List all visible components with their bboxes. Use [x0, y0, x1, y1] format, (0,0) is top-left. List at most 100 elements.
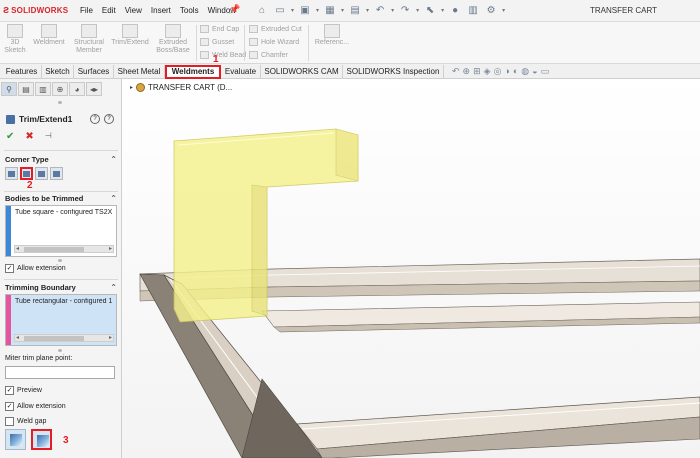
trim-extend-button[interactable]: Trim/Extend: [108, 24, 152, 47]
tab-surfaces[interactable]: Surfaces: [74, 65, 114, 79]
tab-solidworks-inspection[interactable]: SOLIDWORKS Inspection: [343, 65, 444, 79]
feature-manager-tab-icon[interactable]: ⚲: [1, 82, 17, 96]
3d-sketch-button[interactable]: 3D Sketch: [4, 24, 26, 55]
home-icon[interactable]: ⌂: [255, 3, 269, 17]
menu-file[interactable]: File: [80, 6, 93, 15]
checkbox[interactable]: [5, 417, 14, 426]
menu-view[interactable]: View: [125, 6, 142, 15]
zoom-fit-icon[interactable]: ⊕: [463, 66, 471, 77]
extruded-boss-button[interactable]: Extruded Boss/Base: [153, 24, 193, 55]
list-item[interactable]: Tube square - configured TS2X: [15, 209, 115, 216]
collapse-caret-icon[interactable]: ⌃: [110, 155, 117, 164]
pm-actions: ✔ ✖ ⊣: [6, 131, 52, 142]
rebuild-icon[interactable]: ●: [448, 3, 462, 17]
display-style-icon[interactable]: ◑: [504, 66, 509, 77]
model-viewport[interactable]: [122, 79, 700, 458]
view-settings-icon[interactable]: ▭: [541, 66, 550, 77]
save-icon[interactable]: ▦: [323, 3, 337, 17]
print-icon[interactable]: ▤: [348, 3, 362, 17]
hole-wizard-button[interactable]: Hole Wizard: [249, 38, 299, 46]
list-item[interactable]: Tube rectangular - configured 1: [15, 298, 115, 305]
whats-new-icon[interactable]: ?: [104, 114, 114, 124]
tab-solidworks-cam[interactable]: SOLIDWORKS CAM: [261, 65, 343, 79]
tab-sheet-metal[interactable]: Sheet Metal: [114, 65, 165, 79]
scroll-right-icon[interactable]: ▸: [109, 245, 112, 252]
planar-trim-icon[interactable]: [5, 429, 26, 450]
miter-trim-plane-field[interactable]: [5, 366, 115, 379]
graphics-area[interactable]: ▸ TRANSFER CART (D...: [122, 79, 700, 458]
section-view-icon[interactable]: ◈: [484, 66, 491, 77]
checkbox[interactable]: ✓: [5, 402, 14, 411]
panel-grip[interactable]: [58, 101, 62, 104]
edit-appearance-icon[interactable]: ◍: [521, 66, 529, 77]
collapse-caret-icon[interactable]: ⌃: [110, 283, 117, 292]
view-orientation-icon[interactable]: ◎: [494, 66, 502, 77]
scroll-left-icon[interactable]: ◂: [16, 334, 19, 341]
checkbox[interactable]: ✓: [5, 386, 14, 395]
property-manager-tab-icon[interactable]: ▤: [18, 82, 34, 96]
zoom-area-icon[interactable]: ⊞: [473, 66, 481, 77]
new-document-icon[interactable]: ▭: [273, 3, 287, 17]
display-manager-tab-icon[interactable]: ◕: [69, 82, 85, 96]
end-cap-button[interactable]: End Cap: [200, 25, 239, 33]
horizontal-scrollbar[interactable]: ◂ ▸: [14, 245, 114, 253]
body-trim-icon[interactable]: [31, 429, 52, 450]
checkbox[interactable]: ✓: [5, 264, 14, 273]
end-butt1-corner-icon[interactable]: [35, 167, 48, 180]
select-icon[interactable]: ⬉: [423, 3, 437, 17]
extruded-cut-button[interactable]: Extruded Cut: [249, 25, 302, 33]
logo-text: SOLIDWORKS: [11, 5, 69, 15]
expand-caret-icon[interactable]: ▸: [130, 84, 133, 91]
end-miter-corner-icon[interactable]: [20, 167, 33, 180]
weld-bead-button[interactable]: Weld Bead: [200, 51, 246, 59]
tab-evaluate[interactable]: Evaluate: [221, 65, 261, 79]
tab-sketch[interactable]: Sketch: [42, 65, 74, 79]
bodies-to-be-trimmed-list[interactable]: Tube square - configured TS2X ◂ ▸: [5, 205, 117, 257]
open-icon[interactable]: ▣: [298, 3, 312, 17]
chamfer-button[interactable]: Chamfer: [249, 51, 288, 59]
configuration-manager-tab-icon[interactable]: ▥: [35, 82, 51, 96]
weld-gap-checkbox[interactable]: Weld gap: [5, 417, 46, 426]
collapse-caret-icon[interactable]: ⌃: [110, 194, 117, 203]
trimming-boundary-list[interactable]: Tube rectangular - configured 1 ◂ ▸: [5, 294, 117, 346]
menu-insert[interactable]: Insert: [151, 6, 171, 15]
pin-menu-icon[interactable]: 📌: [229, 4, 240, 15]
solidworks-logo[interactable]: ƨ SOLIDWORKS: [3, 4, 68, 16]
property-manager: ⚲ ▤ ▥ ⊕ ◕ ◂▸ Trim/Extend1 ? ? ✔ ✖ ⊣ Corn…: [0, 79, 122, 458]
3d-sketch-icon: [7, 24, 23, 38]
undo-icon[interactable]: ↶: [373, 3, 387, 17]
bodies-to-be-trimmed-header[interactable]: Bodies to be Trimmed ⌃: [5, 194, 117, 203]
dimxpert-tab-icon[interactable]: ⊕: [52, 82, 68, 96]
trim-extend-icon: [6, 114, 15, 124]
help-icon[interactable]: ?: [90, 114, 100, 124]
horizontal-scrollbar[interactable]: ◂ ▸: [14, 334, 114, 342]
scroll-left-icon[interactable]: ◂: [16, 245, 19, 252]
apply-scene-icon[interactable]: ◒: [532, 66, 537, 77]
reference-geometry-button[interactable]: Referenc...: [312, 24, 352, 47]
tab-weldments[interactable]: Weldments: [165, 65, 221, 79]
allow-extension-checkbox-2[interactable]: ✓ Allow extension: [5, 402, 66, 411]
scroll-right-icon[interactable]: ▸: [109, 334, 112, 341]
preview-checkbox[interactable]: ✓ Preview: [5, 386, 42, 395]
keep-visible-pin-icon[interactable]: ⊣: [45, 131, 52, 142]
tabs-scroll-icon[interactable]: ◂▸: [86, 82, 102, 96]
hide-show-icon[interactable]: ◐: [513, 66, 518, 77]
gusset-button[interactable]: Gusset: [200, 38, 234, 46]
ok-check-icon[interactable]: ✔: [6, 131, 14, 142]
file-properties-icon[interactable]: ▥: [466, 3, 480, 17]
cancel-x-icon[interactable]: ✖: [25, 131, 33, 142]
weldment-button[interactable]: Weldment: [30, 24, 68, 47]
corner-type-header[interactable]: Corner Type ⌃: [5, 155, 117, 164]
tab-features[interactable]: Features: [2, 65, 42, 79]
end-butt2-corner-icon[interactable]: [50, 167, 63, 180]
allow-extension-checkbox-1[interactable]: ✓ Allow extension: [5, 264, 66, 273]
redo-icon[interactable]: ↷: [398, 3, 412, 17]
end-trim-corner-icon[interactable]: [5, 167, 18, 180]
feature-tree-root[interactable]: ▸ TRANSFER CART (D...: [130, 83, 232, 92]
previous-view-icon[interactable]: ↶: [452, 66, 460, 77]
menu-tools[interactable]: Tools: [180, 6, 199, 15]
options-icon[interactable]: ⚙: [484, 3, 498, 17]
structural-member-button[interactable]: Structural Member: [70, 24, 108, 55]
menu-edit[interactable]: Edit: [102, 6, 116, 15]
trimming-boundary-header[interactable]: Trimming Boundary ⌃: [5, 283, 117, 292]
